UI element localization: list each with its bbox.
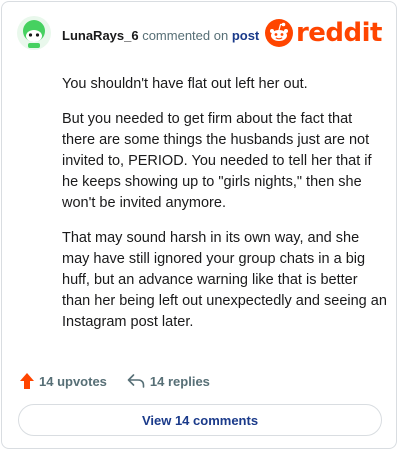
upvote-button[interactable]: 14 upvotes: [20, 373, 107, 389]
replies-button[interactable]: 14 replies: [127, 374, 210, 389]
avatar[interactable]: [17, 16, 51, 50]
upvote-count: 14 upvotes: [39, 373, 107, 389]
comment-card: LunaRays_6 commented on post reddit You …: [1, 1, 397, 449]
reddit-logo: reddit: [264, 18, 383, 48]
comment-body: You shouldn't have flat out left her out…: [62, 74, 388, 347]
reply-count: 14 replies: [149, 373, 210, 389]
upvote-arrow-icon: [20, 373, 34, 389]
comment-paragraph: That may sound harsh in its own way, and…: [62, 230, 387, 330]
comment-actions: 14 upvotes 14 replies: [20, 372, 210, 390]
action-text: commented on: [138, 28, 232, 43]
comment-paragraph: But you needed to get firm about the fac…: [62, 111, 372, 211]
reply-arrow-icon: [127, 374, 145, 388]
comment-byline: LunaRays_6 commented on post: [62, 28, 259, 43]
post-link[interactable]: post: [232, 28, 259, 43]
reddit-wordmark: reddit: [295, 18, 383, 48]
comment-paragraph: You shouldn't have flat out left her out…: [62, 76, 308, 92]
reddit-snoo-icon: [264, 19, 293, 47]
username-link[interactable]: LunaRays_6: [62, 28, 139, 43]
view-comments-button[interactable]: View 14 comments: [18, 404, 382, 436]
comment-header: LunaRays_6 commented on post reddit: [17, 16, 383, 56]
